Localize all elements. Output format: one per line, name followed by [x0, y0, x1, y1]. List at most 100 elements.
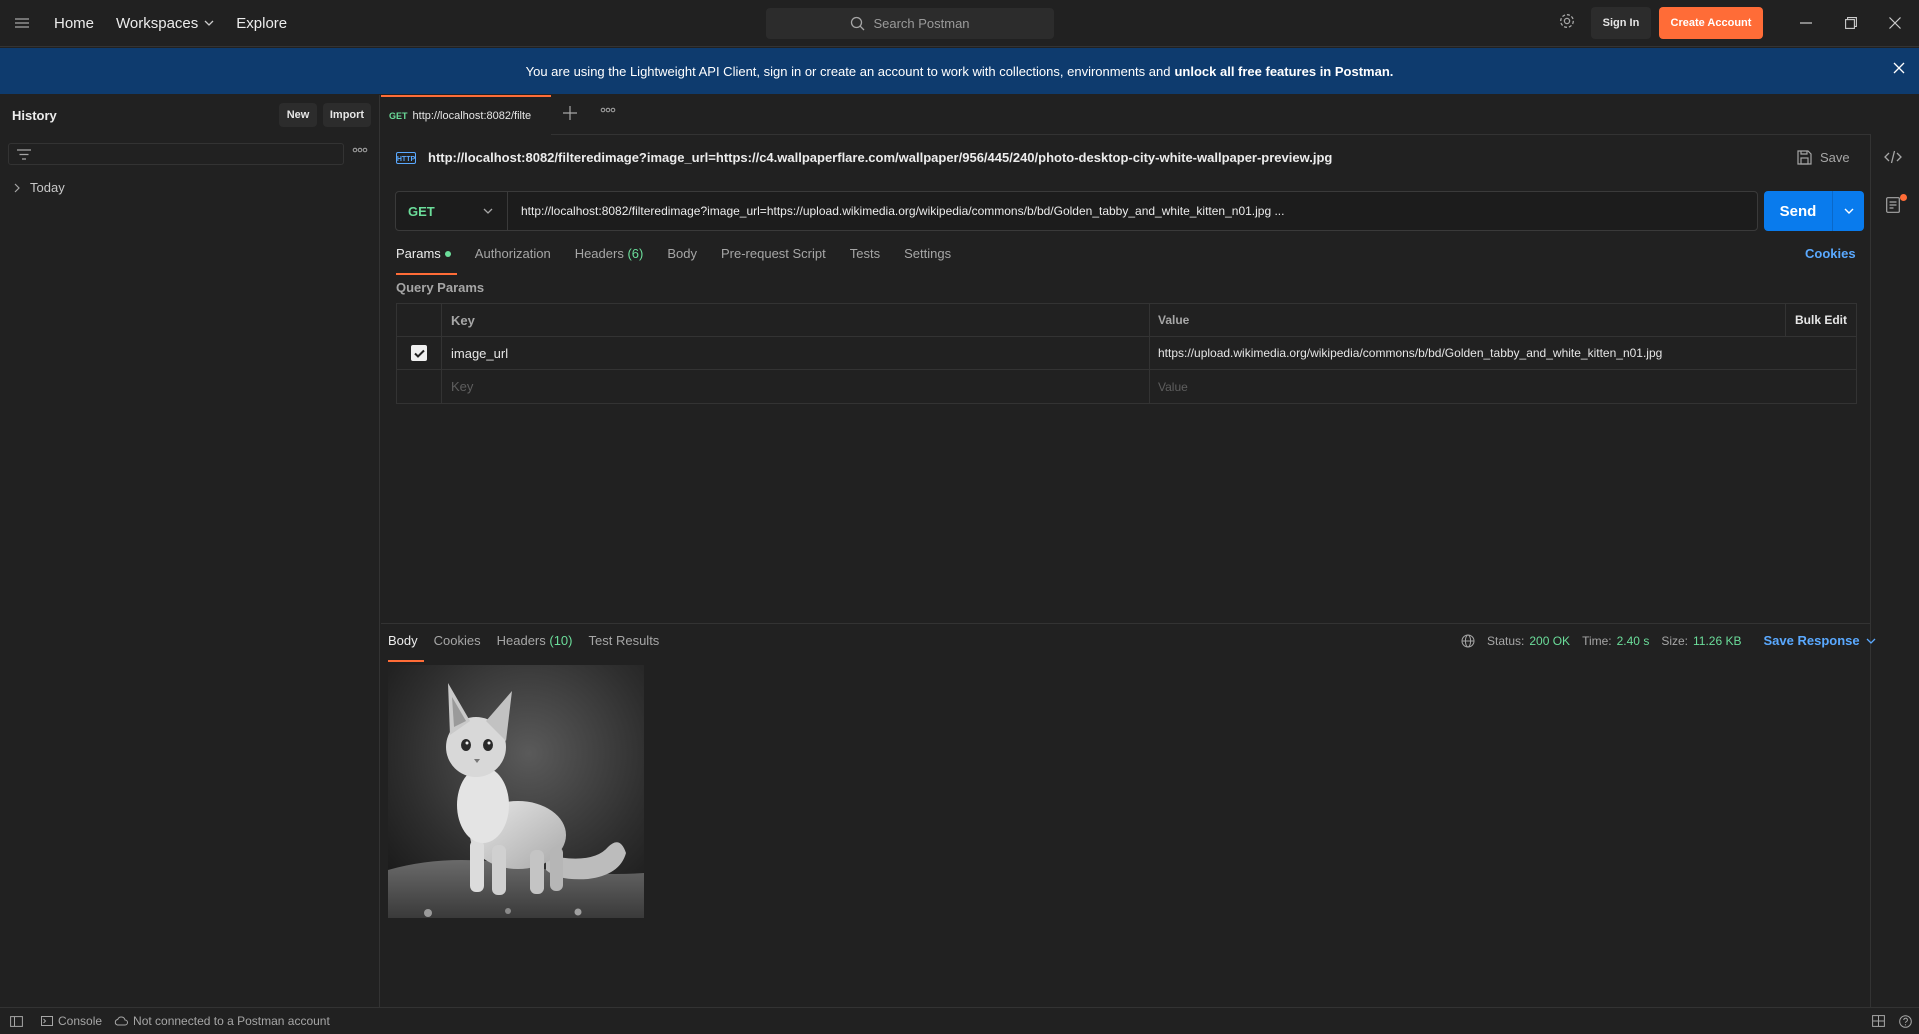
header-checkbox-cell — [397, 304, 442, 336]
checkmark-icon — [411, 345, 427, 361]
request-tab-url: http://localhost:8082/filte — [412, 110, 532, 122]
banner-bold-text[interactable]: unlock all free features in Postman. — [1174, 64, 1393, 79]
nav-workspaces-label: Workspaces — [116, 14, 199, 32]
layout-icon[interactable] — [1872, 1015, 1885, 1027]
import-button[interactable]: Import — [323, 103, 371, 127]
right-rail — [1870, 135, 1919, 1007]
param-checkbox[interactable] — [397, 337, 442, 369]
more-options-icon[interactable] — [352, 147, 368, 153]
restore-icon[interactable] — [1840, 12, 1862, 34]
gear-icon[interactable] — [1558, 12, 1576, 30]
response-tab-headers-label: Headers — [496, 633, 546, 648]
window-close-icon[interactable] — [1884, 12, 1906, 34]
connection-status[interactable]: Not connected to a Postman account — [114, 1014, 330, 1028]
url-input[interactable]: http://localhost:8082/filteredimage?imag… — [508, 204, 1284, 218]
chevron-down-icon — [483, 208, 493, 214]
nav-workspaces[interactable]: Workspaces — [116, 15, 214, 32]
documentation-icon[interactable] — [1886, 197, 1900, 213]
banner-text: You are using the Lightweight API Client… — [525, 63, 1171, 79]
status-value[interactable]: 200 OK — [1529, 634, 1570, 648]
request-name[interactable]: http://localhost:8082/filteredimage?imag… — [428, 150, 1332, 165]
param-key-field[interactable]: image_url — [442, 337, 1150, 369]
response-divider[interactable] — [381, 623, 1870, 624]
sign-in-button[interactable]: Sign In — [1591, 7, 1651, 39]
nav-explore[interactable]: Explore — [236, 15, 287, 32]
response-tab-body[interactable]: Body — [388, 633, 424, 662]
tab-more-icon[interactable] — [600, 107, 616, 113]
nav-home[interactable]: Home — [54, 15, 94, 32]
svg-text:HTTP: HTTP — [397, 156, 416, 163]
globe-icon[interactable] — [1461, 634, 1475, 648]
tab-body[interactable]: Body — [667, 246, 697, 270]
search-input[interactable]: Search Postman — [766, 8, 1054, 39]
param-value-field[interactable]: https://upload.wikimedia.org/wikipedia/c… — [1150, 337, 1856, 369]
params-header-row: Key Value Bulk Edit — [397, 304, 1856, 337]
cookies-link[interactable]: Cookies — [1805, 246, 1856, 261]
bulk-edit-button[interactable]: Bulk Edit — [1785, 304, 1856, 336]
history-filter-input[interactable] — [8, 143, 344, 165]
send-label: Send — [1779, 202, 1817, 220]
request-subtabs: Params Authorization Headers (6) Body Pr… — [396, 246, 975, 275]
search-icon — [851, 16, 865, 31]
response-tab-test-results[interactable]: Test Results — [589, 633, 660, 657]
console-label: Console — [58, 1014, 103, 1028]
size-value[interactable]: 11.26 KB — [1693, 634, 1741, 648]
history-group-today[interactable]: Today — [14, 180, 65, 195]
time-label: Time: — [1582, 633, 1612, 648]
chevron-down-icon — [204, 20, 214, 26]
params-active-dot — [444, 251, 451, 257]
tab-params[interactable]: Params — [396, 246, 457, 275]
help-icon[interactable] — [1899, 1015, 1912, 1028]
response-tab-cookies[interactable]: Cookies — [434, 633, 481, 657]
tab-settings[interactable]: Settings — [904, 246, 951, 270]
new-button[interactable]: New — [279, 103, 317, 127]
tab-params-label: Params — [396, 246, 441, 261]
tab-prerequest-script[interactable]: Pre-request Script — [721, 246, 826, 270]
toggle-sidebar-icon[interactable] — [10, 1015, 23, 1027]
empty-checkbox-cell — [397, 370, 442, 403]
request-name-row: HTTP http://localhost:8082/filteredimage… — [396, 150, 1332, 165]
tab-authorization[interactable]: Authorization — [475, 246, 551, 270]
status-label: Status: — [1487, 633, 1525, 648]
send-button[interactable]: Send — [1764, 191, 1864, 231]
save-icon — [1797, 150, 1812, 165]
save-button[interactable]: Save — [1797, 150, 1850, 165]
notification-dot — [1900, 194, 1907, 201]
menu-icon[interactable] — [0, 0, 44, 47]
tab-headers[interactable]: Headers (6) — [575, 246, 644, 270]
save-response-label: Save Response — [1763, 633, 1860, 648]
cloud-off-icon — [114, 1016, 129, 1026]
request-tabs-bar: GET http://localhost:8082/filte — [381, 95, 1871, 135]
console-button[interactable]: Console — [41, 1014, 102, 1028]
method-value: GET — [408, 203, 435, 219]
new-tab-icon[interactable] — [563, 106, 577, 120]
column-header-value: Value — [1158, 313, 1190, 327]
filter-icon — [17, 148, 31, 160]
table-row: image_url https://upload.wikimedia.org/w… — [397, 337, 1856, 370]
response-tab-headers[interactable]: Headers (10) — [497, 633, 573, 657]
save-response-button[interactable]: Save Response — [1764, 633, 1876, 648]
table-row-empty: Key Value — [397, 370, 1856, 403]
http-icon: HTTP — [396, 151, 416, 164]
chevron-down-icon — [1866, 638, 1876, 644]
close-icon[interactable] — [1893, 62, 1905, 74]
params-table: Key Value Bulk Edit image_url https://up… — [396, 303, 1857, 404]
new-key-field[interactable]: Key — [442, 370, 1150, 403]
tab-headers-count: (6) — [627, 246, 644, 261]
create-account-button[interactable]: Create Account — [1659, 7, 1763, 39]
tab-tests[interactable]: Tests — [850, 246, 880, 270]
send-options-chevron-down-icon[interactable] — [1832, 191, 1864, 231]
new-value-field[interactable]: Value — [1150, 370, 1856, 403]
top-bar: Home Workspaces Explore Search Postman S… — [0, 0, 1919, 47]
code-icon[interactable] — [1884, 150, 1902, 164]
save-label: Save — [1820, 150, 1850, 165]
request-tab-method: GET — [389, 111, 408, 121]
request-tab[interactable]: GET http://localhost:8082/filte — [381, 95, 551, 135]
column-header-key: Key — [442, 304, 1150, 336]
minimize-icon[interactable] — [1795, 12, 1817, 34]
history-sidebar: History New Import Today — [0, 95, 380, 1007]
query-params-title: Query Params — [396, 280, 485, 295]
method-select[interactable]: GET — [396, 192, 508, 230]
time-value[interactable]: 2.40 s — [1617, 634, 1650, 648]
history-group-label: Today — [30, 180, 65, 195]
